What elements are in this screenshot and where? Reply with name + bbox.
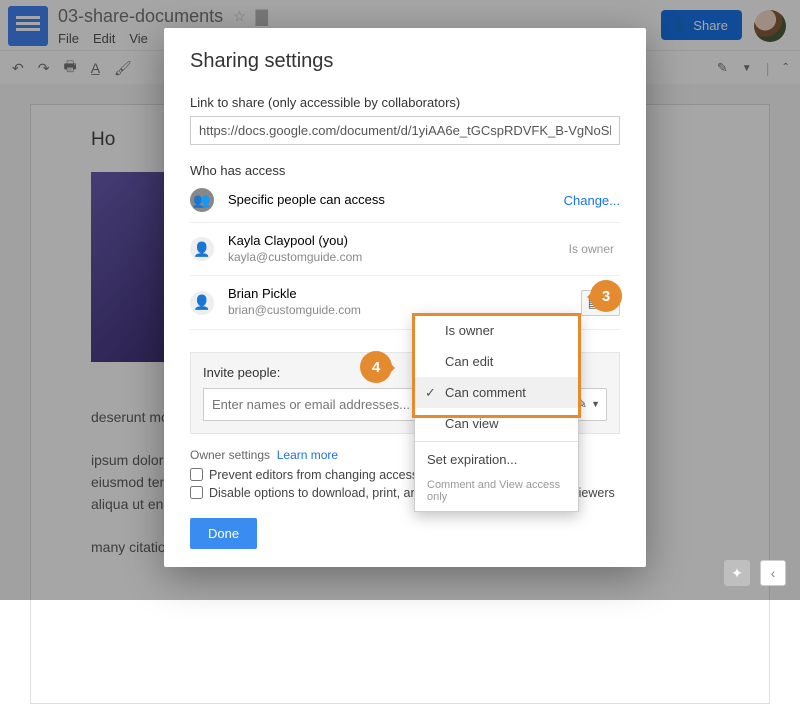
collaborator-email: kayla@customguide.com <box>228 250 569 266</box>
link-share-label: Link to share (only accessible by collab… <box>190 95 620 110</box>
explore-button[interactable]: ✦ <box>724 560 750 586</box>
owner-role-label: Is owner <box>569 242 614 256</box>
people-icon: 👥 <box>190 188 214 212</box>
tutorial-callout-3: 3 <box>590 280 622 312</box>
permission-note: Comment and View access only <box>415 475 578 511</box>
floating-buttons: ✦ ‹ <box>724 560 786 586</box>
access-scope-row: 👥 Specific people can access Change... <box>190 178 620 223</box>
person-icon: 👤 <box>190 291 214 315</box>
collaborator-name: Brian Pickle <box>228 286 581 303</box>
owner-settings-label: Owner settings <box>190 448 270 462</box>
learn-more-link[interactable]: Learn more <box>277 448 338 462</box>
dialog-title: Sharing settings <box>190 50 620 73</box>
prevent-editors-checkbox[interactable] <box>190 468 203 481</box>
chevron-down-icon: ▼ <box>591 399 600 409</box>
done-button[interactable]: Done <box>190 518 257 549</box>
permission-option-comment[interactable]: Can comment <box>415 377 578 408</box>
disable-download-checkbox[interactable] <box>190 486 203 499</box>
collaborator-name: Kayla Claypool (you) <box>228 233 569 250</box>
change-access-link[interactable]: Change... <box>564 193 620 208</box>
permission-option-view[interactable]: Can view <box>415 408 578 439</box>
side-panel-toggle[interactable]: ‹ <box>760 560 786 586</box>
access-scope-text: Specific people can access <box>228 192 564 209</box>
tutorial-callout-4: 4 <box>360 351 392 383</box>
menu-divider <box>415 441 578 442</box>
person-icon: 👤 <box>190 237 214 261</box>
permission-option-owner[interactable]: Is owner <box>415 315 578 346</box>
who-has-access-label: Who has access <box>190 163 620 178</box>
share-link-input[interactable] <box>190 116 620 145</box>
permission-option-edit[interactable]: Can edit <box>415 346 578 377</box>
collaborator-row: 👤 Kayla Claypool (you) kayla@customguide… <box>190 223 620 276</box>
permission-menu: Is owner Can edit Can comment Can view S… <box>414 314 579 512</box>
set-expiration-option[interactable]: Set expiration... <box>415 444 578 475</box>
